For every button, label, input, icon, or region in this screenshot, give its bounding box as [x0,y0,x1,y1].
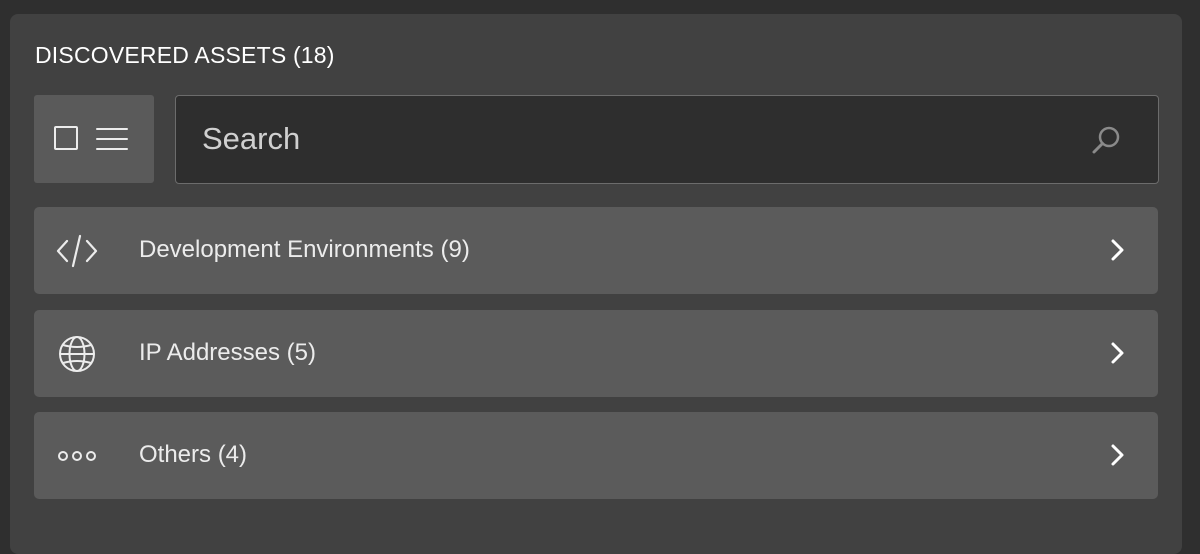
more-dots-icon [58,451,96,461]
search-input[interactable] [202,116,1062,162]
panel-title: DISCOVERED ASSETS (18) [35,42,335,68]
chevron-right-icon [1111,444,1124,466]
code-icon [56,234,98,268]
search-box[interactable] [175,95,1159,184]
category-label: Others (4) [139,441,248,468]
category-row-development-environments[interactable]: Development Environments (9) [34,207,1158,294]
category-row-ip-addresses[interactable]: IP Addresses (5) [34,310,1158,397]
checkbox-icon[interactable] [54,126,78,150]
chevron-right-icon [1111,239,1124,261]
search-icon[interactable] [1090,124,1122,156]
discovered-assets-panel: DISCOVERED ASSETS (18) Development Envir… [10,14,1182,554]
list-menu-icon [96,128,128,150]
chevron-right-icon [1111,342,1124,364]
category-label: IP Addresses (5) [139,339,316,366]
globe-icon [59,336,95,372]
category-label: Development Environments (9) [139,236,470,263]
category-row-others[interactable]: Others (4) [34,412,1158,499]
view-toggle-button[interactable] [34,95,154,183]
